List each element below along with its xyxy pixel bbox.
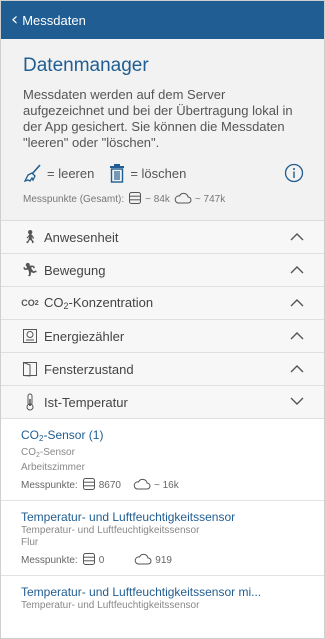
points-label: Messpunkte: xyxy=(21,480,78,491)
sensor-room: Arbeitszimmer xyxy=(21,462,85,473)
energy-meter-icon xyxy=(21,327,39,345)
points-label: Messpunkte: xyxy=(21,555,78,566)
back-label: Messdaten xyxy=(22,12,86,28)
stats-cloud-value: ~ 747k xyxy=(194,194,226,205)
points-cloud-value: ~ 16k xyxy=(153,480,179,491)
category-row-co2[interactable]: CO 2 CO2-Konzentration xyxy=(1,287,324,320)
chevron-up-icon[interactable] xyxy=(290,228,304,246)
sensor-points: Messpunkte: 0 919 xyxy=(21,552,304,569)
category-label: Ist-Temperatur xyxy=(44,394,128,410)
sensor-name: CO2-Sensor (1) xyxy=(21,428,104,443)
points-cloud-value: 919 xyxy=(155,555,172,566)
category-row-anwesenheit[interactable]: 🚶︎ Anwesenheit xyxy=(1,221,324,254)
category-label: Anwesenheit xyxy=(44,229,119,245)
category-row-fensterzustand[interactable]: Fensterzustand xyxy=(1,353,324,386)
sensor-name: Temperatur- und Luftfeuchtigkeitssensor … xyxy=(21,585,262,599)
chevron-up-icon[interactable] xyxy=(290,360,304,378)
broom-icon xyxy=(23,163,43,183)
category-row-energiezaehler[interactable]: Energiezähler xyxy=(1,320,324,353)
chevron-down-icon[interactable] xyxy=(290,393,304,411)
points-local-value: 8670 xyxy=(98,480,121,491)
app-frame: ‹ Messdaten Datenmanager Messdaten werde… xyxy=(0,0,325,639)
database-icon xyxy=(124,191,145,208)
sensor-type: Temperatur- und Luftfeuchtigkeitssensor xyxy=(21,600,200,611)
sensor-item-co2[interactable]: CO2-Sensor (1) CO2-Sensor Arbeitszimmer … xyxy=(1,419,324,501)
cloud-icon xyxy=(170,192,195,207)
database-icon xyxy=(78,477,99,494)
points-local-value: 0 xyxy=(98,555,105,566)
chevron-up-icon[interactable] xyxy=(290,294,304,312)
trash-icon xyxy=(108,163,126,183)
database-icon xyxy=(78,552,99,569)
sensor-room: Flur xyxy=(21,537,39,548)
sensor-item-temp-humidity-2[interactable]: Temperatur- und Luftfeuchtigkeitssensor … xyxy=(1,576,324,618)
category-label: Bewegung xyxy=(44,262,106,278)
intro-section: Datenmanager Messdaten werden auf dem Se… xyxy=(1,39,324,221)
stats-local-value: ~ 84k xyxy=(145,194,170,205)
sensor-type: CO2-Sensor xyxy=(21,447,75,459)
co2-icon: CO 2 xyxy=(21,298,39,308)
action-legend: = leeren = löschen xyxy=(23,163,304,183)
cloud-icon xyxy=(130,553,155,568)
legend-delete-text: = löschen xyxy=(130,165,187,181)
walking-person-icon: 🚶︎ xyxy=(21,229,39,244)
sensor-item-temp-humidity[interactable]: Temperatur- und Luftfeuchtigkeitssensor … xyxy=(1,501,324,576)
chevron-up-icon[interactable] xyxy=(290,327,304,345)
chevron-left-icon: ‹ xyxy=(11,9,19,30)
category-row-bewegung[interactable]: 🏃︎ Bewegung xyxy=(1,254,324,287)
sensor-points: Messpunkte: 8670 ~ 16k xyxy=(21,477,304,494)
chevron-up-icon[interactable] xyxy=(290,261,304,279)
thermometer-icon xyxy=(21,393,39,411)
description-text: Messdaten werden auf dem Server aufgezei… xyxy=(23,87,293,150)
page-title: Datenmanager xyxy=(23,55,149,76)
legend-clear-text: = leeren xyxy=(47,165,95,181)
category-list: 🚶︎ Anwesenheit 🏃︎ Bewegung CO 2 CO2-Konze… xyxy=(1,221,324,419)
sensor-type: Temperatur- und Luftfeuchtigkeitssensor xyxy=(21,525,200,536)
sensor-name: Temperatur- und Luftfeuchtigkeitssensor xyxy=(21,510,236,524)
info-icon[interactable] xyxy=(284,163,304,183)
category-row-ist-temperatur[interactable]: Ist-Temperatur xyxy=(1,386,324,419)
cloud-icon xyxy=(129,478,154,493)
category-label: CO2-Konzentration xyxy=(44,295,154,311)
back-button[interactable]: ‹ Messdaten xyxy=(11,11,86,29)
stats-label: Messpunkte (Gesamt): xyxy=(23,194,125,205)
category-label: Energiezähler xyxy=(44,328,125,344)
window-icon xyxy=(21,360,39,378)
running-person-icon: 🏃︎ xyxy=(21,262,39,277)
total-stats: Messpunkte (Gesamt): ~ 84k ~ 747k xyxy=(23,191,304,208)
navigation-bar: ‹ Messdaten xyxy=(1,1,324,39)
category-label: Fensterzustand xyxy=(44,361,134,377)
